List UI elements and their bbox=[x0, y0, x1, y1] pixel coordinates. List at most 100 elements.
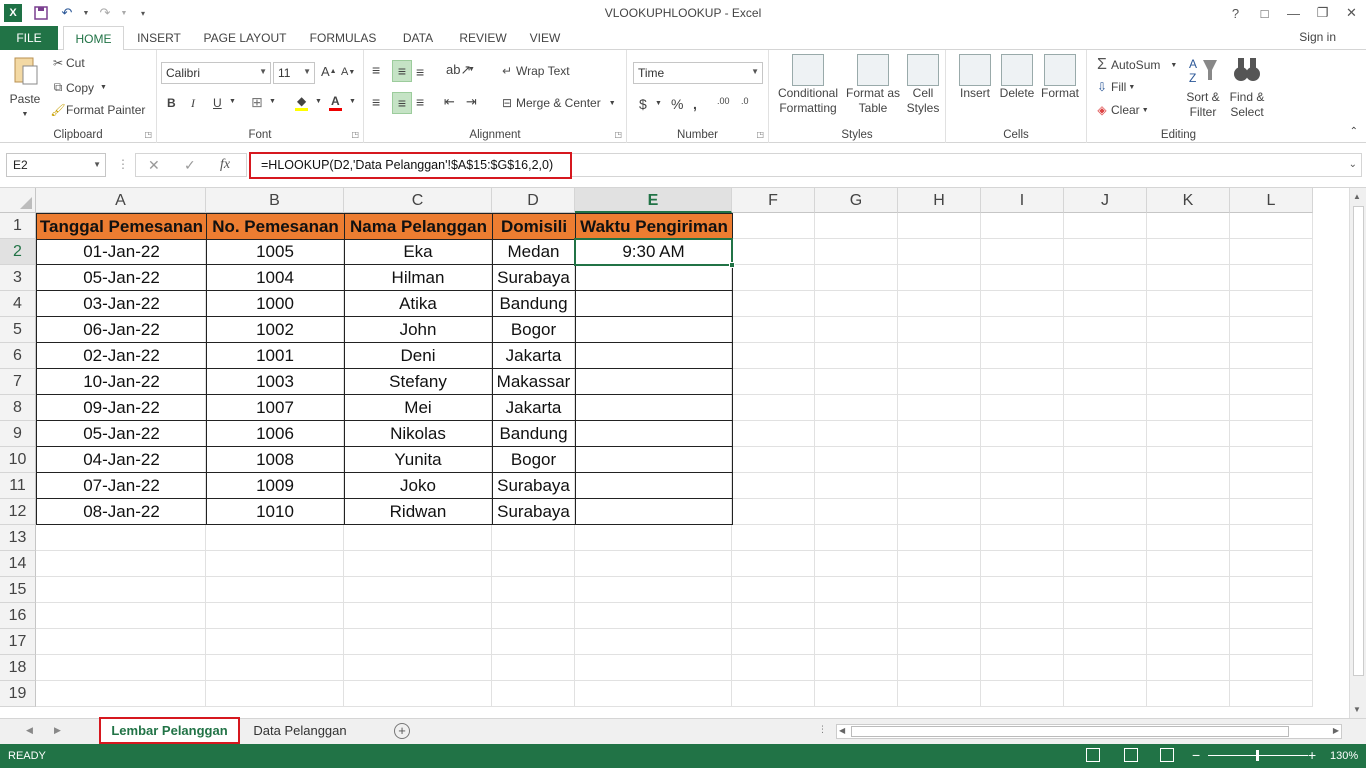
cell[interactable] bbox=[1230, 551, 1313, 577]
orientation-dropdown-icon[interactable]: ▼ bbox=[468, 66, 475, 73]
cell[interactable] bbox=[981, 265, 1064, 291]
align-right-icon[interactable]: ≡ bbox=[416, 94, 424, 110]
row-header-4[interactable]: 4 bbox=[0, 291, 36, 317]
cell[interactable] bbox=[1230, 577, 1313, 603]
table-data-cell[interactable]: Joko bbox=[344, 473, 493, 499]
format-as-table-button[interactable]: Format as Table bbox=[843, 54, 903, 116]
table-data-cell[interactable]: Stefany bbox=[344, 369, 493, 395]
scroll-up-icon[interactable]: ▲ bbox=[1353, 192, 1361, 201]
cell[interactable] bbox=[1230, 395, 1313, 421]
sign-in-link[interactable]: Sign in bbox=[1299, 30, 1336, 44]
table-data-cell[interactable]: Deni bbox=[344, 343, 493, 369]
cell[interactable] bbox=[815, 473, 898, 499]
fill-button[interactable]: ⇩ Fill ▼ bbox=[1093, 80, 1135, 94]
cell[interactable] bbox=[1064, 525, 1147, 551]
cell[interactable] bbox=[981, 629, 1064, 655]
cell[interactable] bbox=[1230, 291, 1313, 317]
bold-icon[interactable]: B bbox=[167, 96, 176, 110]
copy-dropdown-icon[interactable]: ▼ bbox=[100, 84, 107, 91]
cell[interactable] bbox=[206, 551, 344, 577]
fill-color-dropdown-icon[interactable]: ▼ bbox=[315, 98, 322, 105]
table-data-cell[interactable]: 1002 bbox=[206, 317, 345, 343]
zoom-in-icon[interactable]: + bbox=[1308, 747, 1316, 763]
zoom-slider-thumb[interactable] bbox=[1256, 750, 1259, 761]
scroll-left-icon[interactable]: ◀ bbox=[839, 726, 845, 735]
cell[interactable] bbox=[732, 239, 815, 265]
cell[interactable] bbox=[575, 629, 732, 655]
column-header-l[interactable]: L bbox=[1230, 188, 1313, 213]
cell[interactable] bbox=[1230, 213, 1313, 239]
cell[interactable] bbox=[206, 629, 344, 655]
cell[interactable] bbox=[898, 655, 981, 681]
column-header-c[interactable]: C bbox=[344, 188, 492, 213]
sheet-tab-lembar-pelanggan[interactable]: Lembar Pelanggan bbox=[99, 717, 240, 744]
scroll-right-icon[interactable]: ▶ bbox=[1333, 726, 1339, 735]
table-data-cell[interactable]: 1005 bbox=[206, 239, 345, 265]
cell[interactable] bbox=[575, 681, 732, 707]
cell[interactable] bbox=[1064, 447, 1147, 473]
cell[interactable] bbox=[1064, 395, 1147, 421]
cell[interactable] bbox=[492, 551, 575, 577]
cell[interactable] bbox=[1230, 655, 1313, 681]
cell[interactable] bbox=[575, 525, 732, 551]
cell[interactable] bbox=[815, 343, 898, 369]
align-center-icon[interactable]: ≡ bbox=[392, 92, 412, 114]
column-header-i[interactable]: I bbox=[981, 188, 1064, 213]
cell[interactable] bbox=[1064, 265, 1147, 291]
column-header-g[interactable]: G bbox=[815, 188, 898, 213]
collapse-ribbon-icon[interactable]: ⌃ bbox=[1350, 126, 1358, 137]
cell[interactable] bbox=[898, 499, 981, 525]
cell[interactable] bbox=[344, 603, 492, 629]
cell[interactable] bbox=[1230, 603, 1313, 629]
expand-formula-icon[interactable]: ⌄ bbox=[1349, 159, 1357, 170]
table-data-cell[interactable]: Surabaya bbox=[492, 473, 576, 499]
add-sheet-icon[interactable]: + bbox=[394, 723, 410, 739]
cell[interactable] bbox=[1230, 629, 1313, 655]
cell[interactable] bbox=[1064, 291, 1147, 317]
cell[interactable] bbox=[815, 551, 898, 577]
cell[interactable] bbox=[981, 421, 1064, 447]
minimize-icon[interactable]: — bbox=[1279, 0, 1308, 26]
cell[interactable] bbox=[1147, 213, 1230, 239]
cell[interactable] bbox=[1147, 473, 1230, 499]
cell[interactable] bbox=[1230, 499, 1313, 525]
table-data-cell[interactable]: Nikolas bbox=[344, 421, 493, 447]
tab-home[interactable]: HOME bbox=[63, 26, 124, 51]
row-header-1[interactable]: 1 bbox=[0, 213, 36, 239]
cell[interactable] bbox=[898, 213, 981, 239]
format-cells-button[interactable]: Format bbox=[1038, 54, 1082, 101]
cell[interactable] bbox=[815, 317, 898, 343]
table-data-cell[interactable]: 9:30 AM bbox=[575, 239, 733, 265]
row-header-17[interactable]: 17 bbox=[0, 629, 36, 655]
grow-font-icon[interactable]: A ▲ bbox=[321, 64, 337, 79]
page-break-view-icon[interactable] bbox=[1160, 748, 1174, 762]
table-data-cell[interactable]: 09-Jan-22 bbox=[36, 395, 207, 421]
cell[interactable] bbox=[732, 577, 815, 603]
table-data-cell[interactable]: 1003 bbox=[206, 369, 345, 395]
cell[interactable] bbox=[732, 317, 815, 343]
fill-color-icon[interactable]: ◆ bbox=[295, 94, 309, 111]
cell[interactable] bbox=[1147, 265, 1230, 291]
cell[interactable] bbox=[981, 655, 1064, 681]
next-sheet-icon[interactable]: ▶ bbox=[54, 725, 61, 736]
cell[interactable] bbox=[981, 395, 1064, 421]
number-format-combo[interactable]: Time ▼ bbox=[633, 62, 763, 84]
number-launcher-icon[interactable]: ◳ bbox=[756, 130, 764, 139]
cell[interactable] bbox=[1064, 421, 1147, 447]
cell[interactable] bbox=[36, 655, 206, 681]
column-header-f[interactable]: F bbox=[732, 188, 815, 213]
table-data-cell[interactable] bbox=[575, 317, 733, 343]
tab-review[interactable]: REVIEW bbox=[452, 26, 514, 50]
cell[interactable] bbox=[344, 525, 492, 551]
name-box[interactable]: E2 ▼ bbox=[6, 153, 106, 177]
table-data-cell[interactable]: Jakarta bbox=[492, 395, 576, 421]
cell[interactable] bbox=[732, 343, 815, 369]
cell[interactable] bbox=[981, 369, 1064, 395]
cell[interactable] bbox=[1064, 343, 1147, 369]
cell[interactable] bbox=[981, 317, 1064, 343]
cell[interactable] bbox=[898, 239, 981, 265]
cell[interactable] bbox=[898, 681, 981, 707]
table-data-cell[interactable] bbox=[575, 447, 733, 473]
cell[interactable] bbox=[1064, 681, 1147, 707]
merge-center-button[interactable]: ⊟ Merge & Center ▼ bbox=[498, 96, 616, 110]
